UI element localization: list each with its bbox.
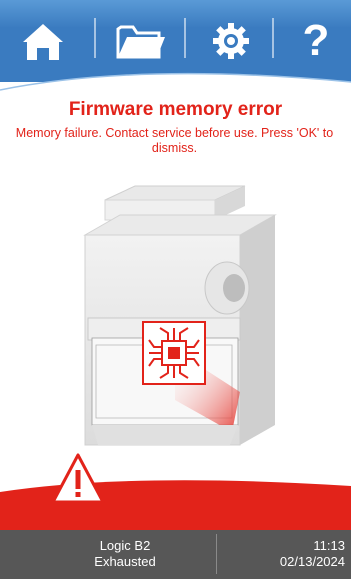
alert-title: Firmware memory error [68,99,283,120]
nav-separator [94,18,96,58]
gear-icon [213,23,249,59]
status-bar: Logic B2 Exhausted 11:13 02/13/2024 [0,530,351,579]
device-info: Logic B2 Exhausted [60,538,190,570]
alert-message: Memory failure. Contact service before u… [15,126,334,155]
time-label: 11:13 [313,538,345,553]
chip-icon [142,321,206,385]
exhaust-mode: Exhausted [94,554,156,569]
clock: 11:13 02/13/2024 [280,538,345,570]
warning-icon [51,453,105,504]
status-separator [216,534,217,574]
nav-separator [272,18,274,58]
nav-separator [184,18,186,58]
model-name: Logic B2 [99,538,151,553]
cabinet-illustration [83,185,277,446]
help-icon: ? [302,16,330,65]
date-label: 02/13/2024 [279,554,345,569]
nav-wave [0,72,351,92]
home-icon [23,24,63,60]
folder-icon [116,25,165,59]
